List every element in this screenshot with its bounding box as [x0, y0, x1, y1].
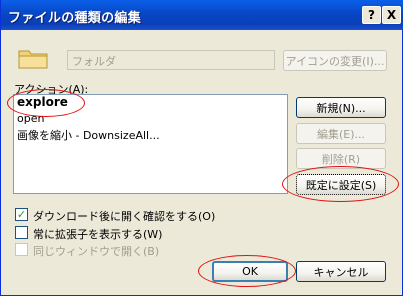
ok-button[interactable]: OK — [212, 261, 288, 282]
action-item-downsizeall[interactable]: 画像を縮小 - DownsizeAll... — [14, 129, 287, 143]
delete-action-button[interactable]: 削除(R) — [296, 148, 386, 169]
window-title: ファイルの種類の編集 — [8, 11, 142, 26]
new-action-button[interactable]: 新規(N)... — [296, 97, 386, 118]
confirm-open-label[interactable]: ダウンロード後に開く確認をする(O) — [33, 208, 215, 224]
file-type-name-field: フォルダ — [67, 50, 275, 70]
action-item-explore[interactable]: explore — [14, 95, 287, 109]
folder-icon — [18, 50, 48, 69]
action-item-open[interactable]: open — [14, 112, 287, 126]
cancel-button[interactable]: キャンセル — [296, 261, 386, 282]
same-window-checkbox[interactable] — [15, 243, 28, 256]
same-window-label: 同じウィンドウで開く(B) — [33, 245, 160, 258]
close-button[interactable]: X — [382, 6, 401, 24]
set-default-button[interactable]: 既定に設定(S) — [296, 174, 386, 195]
actions-listbox[interactable]: explore open 画像を縮小 - DownsizeAll... — [13, 94, 288, 194]
change-icon-button[interactable]: アイコンの変更(I)... — [283, 50, 387, 71]
show-extension-checkbox[interactable] — [15, 226, 28, 239]
edit-file-type-dialog: ファイルの種類の編集 ? X フォルダ アイコンの変更(I)... アクション(… — [0, 0, 403, 296]
title-bar[interactable]: ファイルの種類の編集 ? X — [1, 0, 403, 30]
edit-action-button[interactable]: 編集(E)... — [296, 123, 386, 144]
help-button[interactable]: ? — [362, 6, 381, 24]
confirm-open-checkbox[interactable]: ✓ — [15, 208, 28, 221]
show-extension-label[interactable]: 常に拡張子を表示する(W) — [33, 226, 162, 242]
